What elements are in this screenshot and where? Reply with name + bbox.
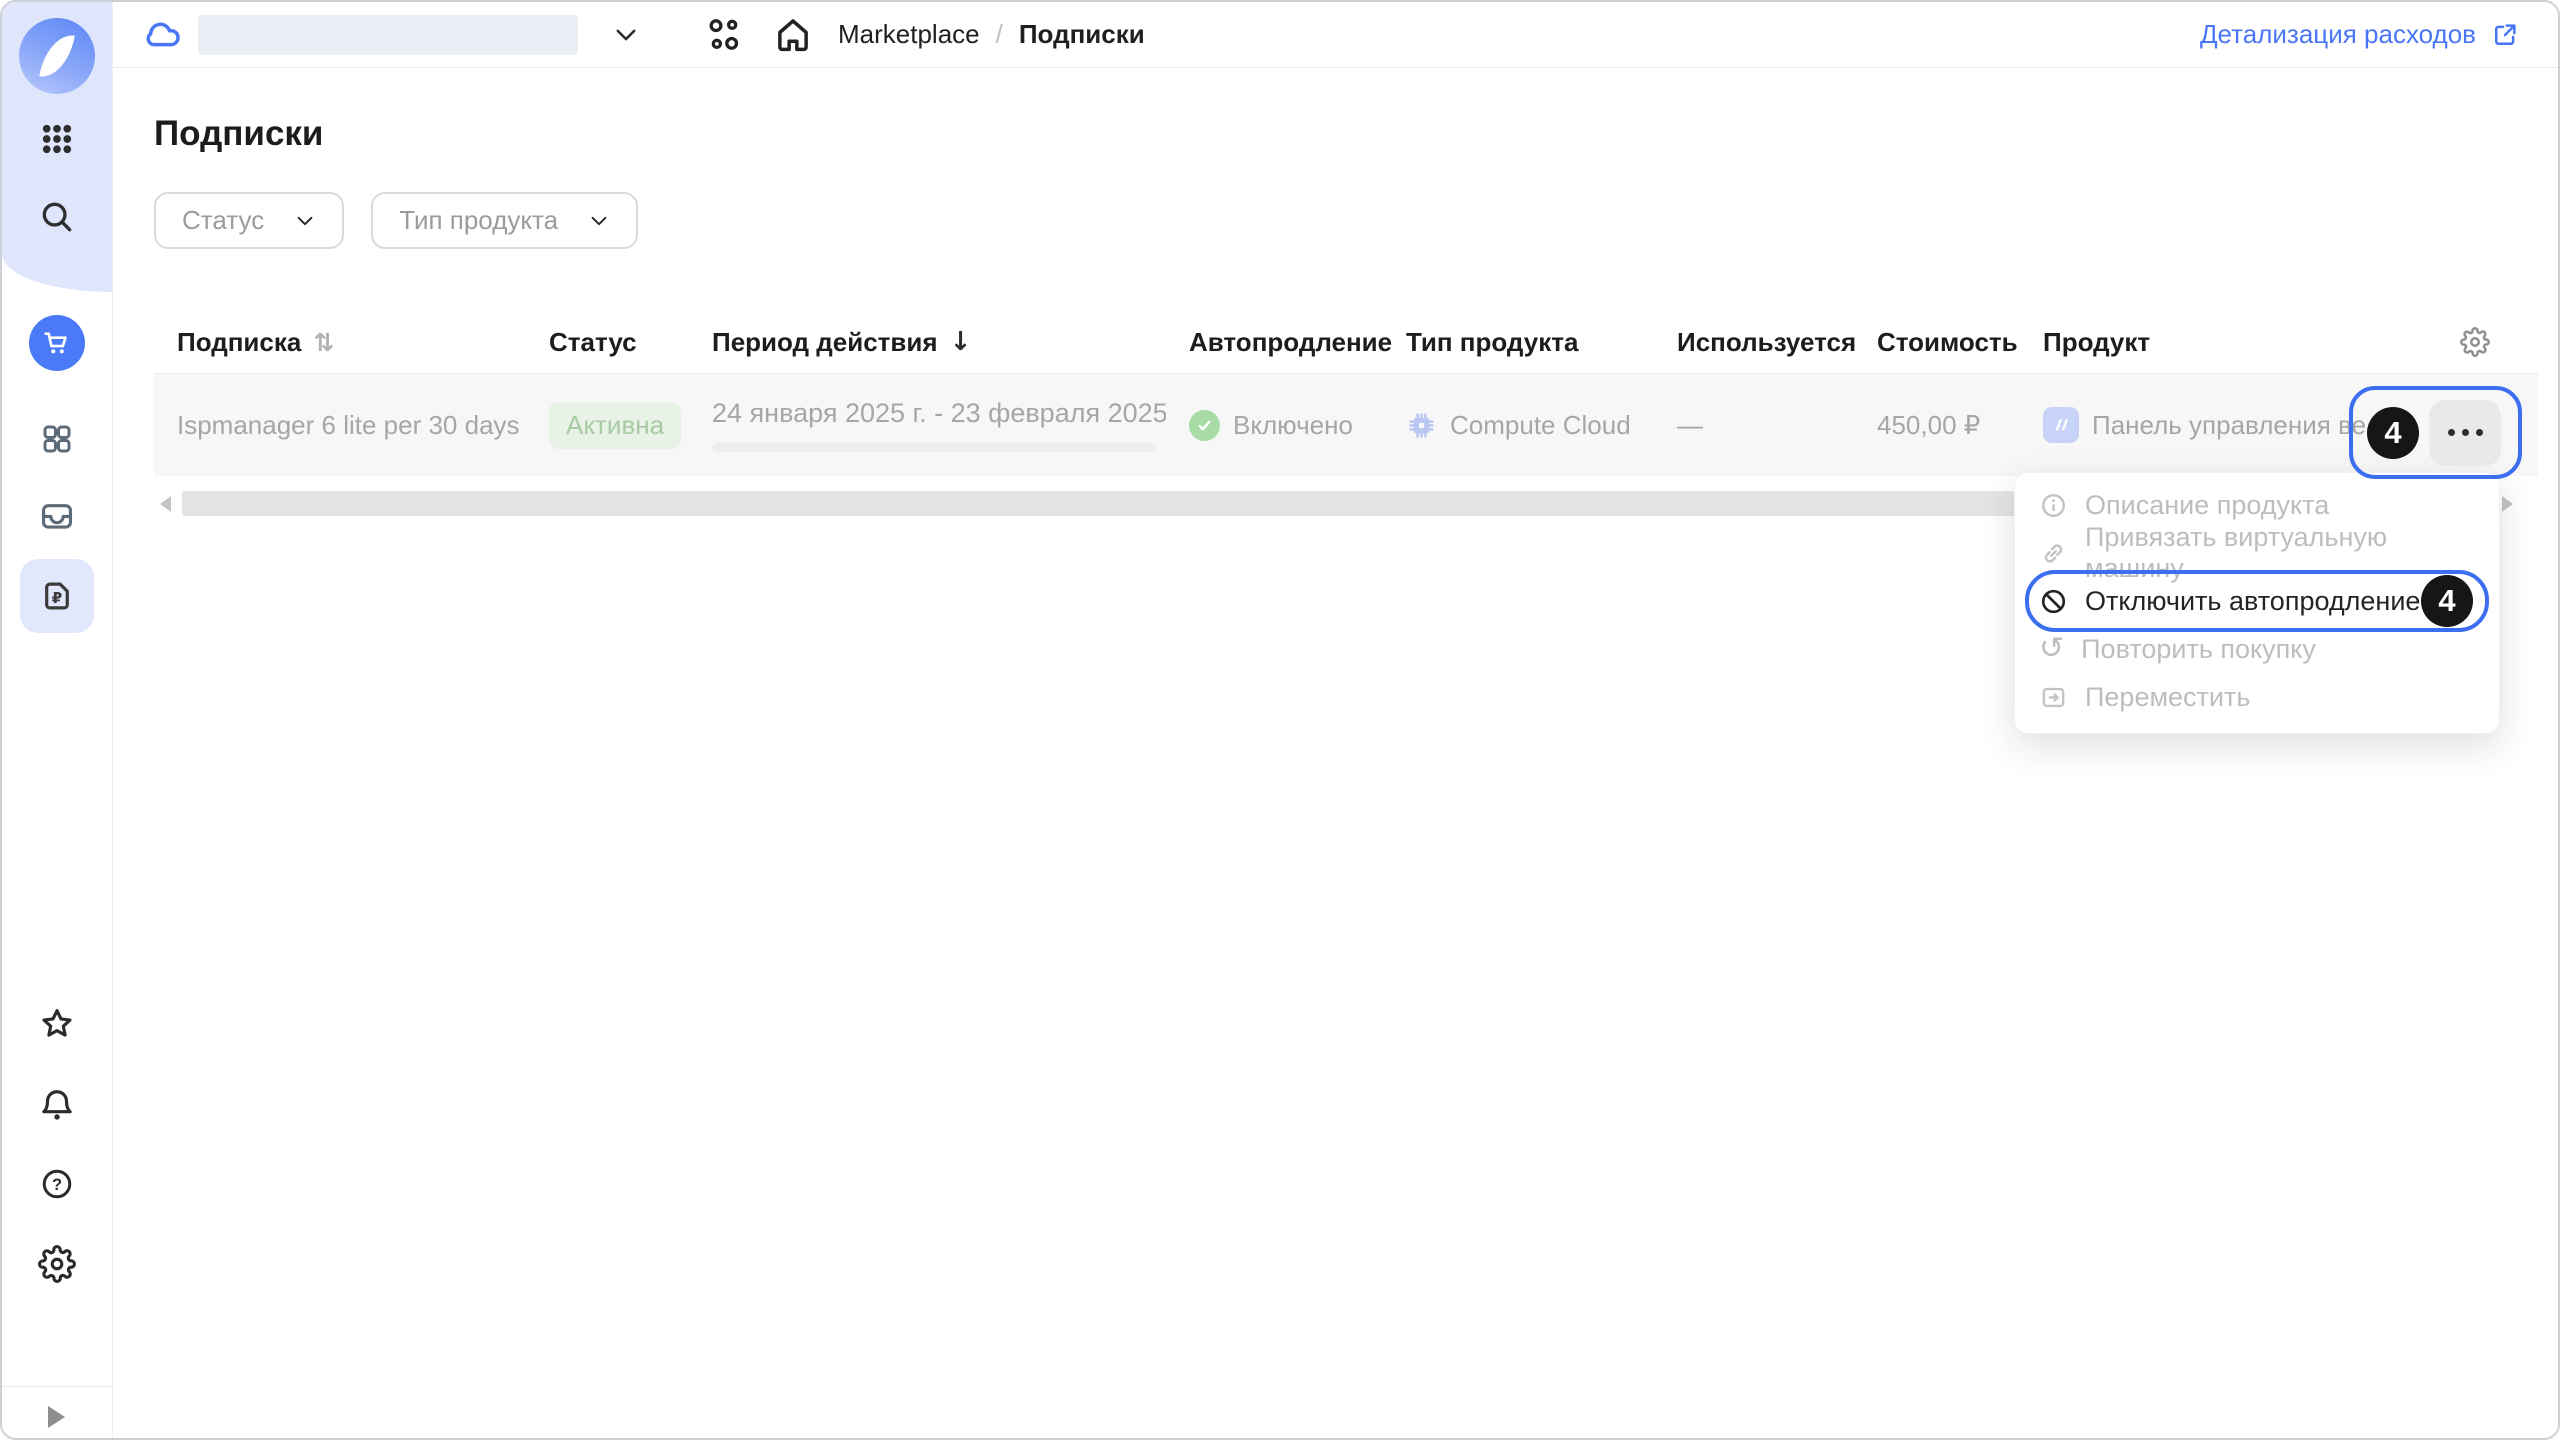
sort-both-icon[interactable]: ⇅ (313, 328, 334, 357)
breadcrumb-current: Подписки (1019, 19, 1145, 50)
app-window: ₽ ? (0, 0, 2560, 1440)
inbox-icon[interactable] (2, 497, 112, 535)
cell-product-type: Compute Cloud (1383, 410, 1654, 441)
sort-desc-icon[interactable]: ↓ (950, 327, 972, 357)
menu-item-repeat-purchase[interactable]: ↺ Повторить покупку (2015, 625, 2499, 673)
bell-icon[interactable] (2, 1087, 112, 1125)
col-product: Продукт (2020, 327, 2412, 358)
sidebar: ₽ ? (2, 2, 113, 1438)
col-period[interactable]: Период действия ↓ (689, 327, 1166, 358)
col-product-type: Тип продукта (1383, 327, 1654, 358)
check-circle-icon (1189, 410, 1220, 441)
cell-subscription-name: Ispmanager 6 lite per 30 days (154, 410, 526, 441)
gear-icon[interactable] (2, 1245, 112, 1283)
chevron-down-icon[interactable] (612, 21, 640, 49)
home-icon[interactable] (772, 14, 814, 56)
cell-price: 450,00 ₽ (1854, 410, 2020, 441)
period-progress-bar (712, 443, 1156, 452)
menu-item-move[interactable]: Переместить (2015, 673, 2499, 721)
table-settings-gear-icon[interactable] (2412, 327, 2538, 357)
info-icon (2039, 491, 2068, 520)
apps-grid-icon[interactable] (2, 121, 112, 157)
block-icon (2039, 587, 2068, 616)
cell-period: 24 января 2025 г. - 23 февраля 2025 г. (689, 398, 1166, 452)
services-icon[interactable] (704, 15, 744, 55)
table-row[interactable]: Ispmanager 6 lite per 30 days Активна 24… (154, 374, 2538, 476)
external-link-icon (2490, 20, 2520, 50)
col-subscription[interactable]: Подписка ⇅ (154, 327, 526, 358)
col-status: Статус (526, 327, 689, 358)
cloud-selector-field[interactable] (198, 15, 578, 55)
step-badge: 4 (2421, 575, 2473, 627)
marketplace-cart-icon[interactable] (2, 315, 112, 371)
scroll-right-icon[interactable] (2502, 496, 2513, 512)
billing-icon[interactable]: ₽ (2, 559, 112, 633)
status-badge: Активна (549, 402, 681, 449)
sidebar-top-panel-curve (2, 254, 112, 292)
sidebar-divider (2, 1386, 112, 1387)
breadcrumb-marketplace[interactable]: Marketplace (838, 19, 980, 50)
compute-cloud-chip-icon (1406, 410, 1437, 441)
breadcrumb-separator: / (996, 19, 1003, 50)
row-actions-button[interactable] (2429, 400, 2501, 466)
menu-item-attach-vm[interactable]: Привязать виртуальную машину (2015, 529, 2499, 577)
svg-text:?: ? (52, 1176, 62, 1194)
chevron-down-icon (588, 210, 610, 232)
link-icon (2039, 539, 2068, 568)
chevron-down-icon (294, 210, 316, 232)
main-content: Подписки Статус Тип продукта Подписка ⇅ (112, 68, 2558, 1438)
repeat-icon: ↺ (2039, 634, 2064, 664)
expenses-details-link[interactable]: Детализация расходов (2200, 19, 2520, 50)
cell-used: — (1654, 410, 1854, 441)
cloud-icon (142, 14, 184, 56)
col-price: Стоимость (1854, 327, 2020, 358)
search-icon[interactable] (2, 198, 112, 236)
ellipsis-icon (2448, 429, 2455, 436)
star-icon[interactable] (2, 1005, 112, 1043)
filter-status[interactable]: Статус (154, 192, 344, 249)
cloud-logo-icon[interactable] (19, 18, 95, 94)
help-icon[interactable]: ? (2, 1166, 112, 1202)
cell-autorenew: Включено (1166, 410, 1383, 441)
table-header: Подписка ⇅ Статус Период действия ↓ Авто… (154, 311, 2538, 374)
filters: Статус Тип продукта (154, 192, 2558, 249)
topbar: Marketplace / Подписки Детализация расхо… (112, 2, 2558, 68)
dashboard-icon[interactable] (2, 421, 112, 457)
step-badge: 4 (2367, 407, 2419, 459)
row-context-menu: Описание продукта Привязать виртуальную … (2014, 472, 2500, 734)
col-used: Используется (1654, 327, 1854, 358)
cell-status: Активна (526, 402, 689, 449)
filter-product-type[interactable]: Тип продукта (371, 192, 638, 249)
expand-icon[interactable] (48, 1406, 65, 1428)
move-folder-icon (2039, 683, 2068, 712)
svg-text:₽: ₽ (52, 589, 62, 607)
product-logo-icon (2043, 407, 2079, 443)
page-title: Подписки (154, 114, 2558, 154)
menu-item-disable-autorenew[interactable]: Отключить автопродление 4 (2015, 577, 2499, 625)
breadcrumb: Marketplace / Подписки (838, 19, 1145, 50)
scroll-left-icon[interactable] (160, 496, 171, 512)
col-autorenew: Автопродление (1166, 327, 1383, 358)
actions-highlight-ring: 4 (2349, 386, 2522, 479)
